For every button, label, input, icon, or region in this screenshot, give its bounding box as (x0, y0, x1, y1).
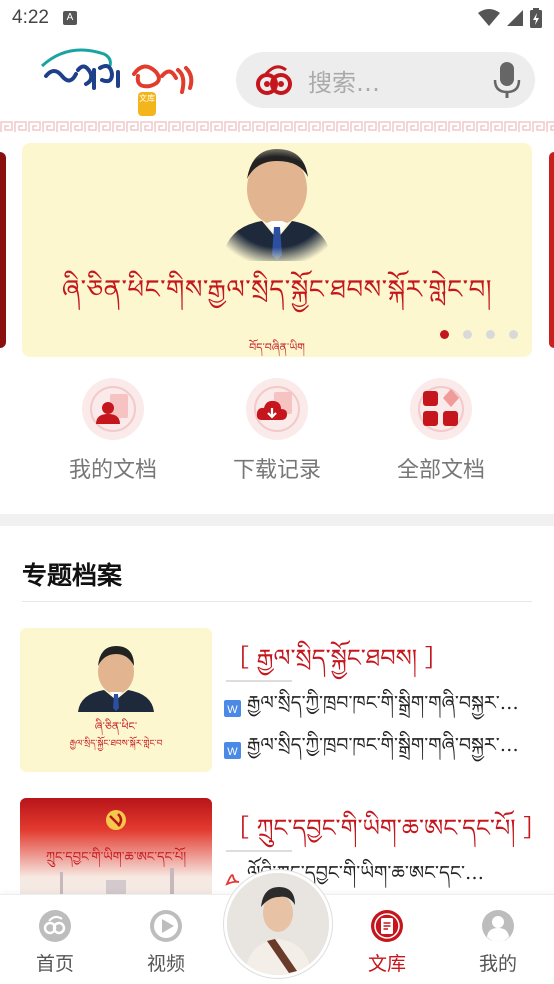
search-input[interactable]: 搜索… (308, 63, 493, 98)
screen: 4:22 A 文库 搜索… ཞི་ཅིན་ཕིང་གིས་རྒྱལ་སྲིད་ས… (0, 0, 554, 984)
status-bar: 4:22 A (0, 0, 554, 36)
quick-action-label: 下载记录 (232, 458, 321, 483)
user-icon (482, 910, 514, 942)
word-file-icon: W (224, 699, 241, 717)
banner-carousel[interactable]: ཞི་ཅིན་ཕིང་གིས་རྒྱལ་སྲིད་སྐྱོང་ཐབས་སྐོར་… (0, 140, 554, 358)
nav-label: 视频 (146, 953, 185, 975)
nav-label: 首页 (35, 953, 74, 975)
grid-icon (410, 378, 472, 440)
thumbnail-caption: ཀྲུང་དབྱང་གི་ཡིག་ཆ་ཨང་དང་པོ། (45, 850, 187, 865)
document-title: རྒྱལ་སྲིད་ཀྱི་ཁྲབ་ཁང་གི་སྒྲིག་གཞི་བསྐྱར་… (247, 734, 519, 756)
topic-card[interactable]: ཞི་ཅིན་ཕིང་ རྒྱལ་སྲིད་སྐྱོང་ཐབས་སྐོར་གླེ… (20, 628, 534, 774)
status-time: 4:22 (12, 7, 49, 28)
nav-profile[interactable]: 我的 (458, 909, 538, 976)
app-logo[interactable]: 文库 (38, 40, 198, 120)
decorative-pattern-strip (0, 120, 554, 134)
quick-actions: 我的文档 下载记录 全部文档 (0, 370, 554, 490)
app-logo-icon (40, 48, 194, 116)
signal-icon (507, 10, 523, 26)
microphone-icon[interactable] (493, 60, 521, 100)
banner-title: ཞི་ཅིན་ཕིང་གིས་རྒྱལ་སྲིད་སྐྱོང་ཐབས་སྐོར་… (61, 275, 493, 305)
quick-action-label: 全部文档 (396, 458, 485, 483)
avatar (227, 873, 329, 975)
center-avatar-button[interactable] (224, 870, 332, 978)
battery-icon (530, 8, 542, 28)
pagination-dot[interactable] (440, 330, 449, 339)
svg-text:W: W (227, 704, 238, 716)
nav-label: 我的 (478, 953, 517, 975)
word-file-icon: W (224, 741, 241, 759)
nav-label: 文库 (367, 953, 406, 975)
nav-video[interactable]: 视频 (126, 909, 206, 976)
pagination-dot[interactable] (486, 330, 495, 339)
portrait-image (212, 143, 342, 261)
status-icons (478, 8, 542, 28)
banner-next-peek[interactable] (549, 152, 554, 348)
wifi-icon (478, 9, 500, 26)
section-title: 专题档案 (22, 561, 123, 590)
banner-pagination (440, 330, 518, 339)
section-divider (0, 514, 554, 526)
document-item[interactable]: W རྒྱལ་སྲིད་ཀྱི་ཁྲབ་ཁང་གི་སྒྲིག་གཞི་བསྐྱ… (224, 734, 534, 764)
app-emblem-icon (256, 65, 292, 95)
pdf-file-icon (225, 873, 240, 886)
divider (22, 601, 532, 602)
app-header: 文库 搜索… (0, 36, 554, 120)
user-document-icon (82, 378, 144, 440)
nav-library[interactable]: 文库 (347, 909, 427, 976)
download-icon (246, 378, 308, 440)
document-item[interactable]: W རྒྱལ་སྲིད་ཀྱི་ཁྲབ་ཁང་གི་སྒྲིག་གཞི་བསྐྱ… (224, 692, 534, 722)
topic-thumbnail[interactable]: ཞི་ཅིན་ཕིང་ རྒྱལ་སྲིད་སྐྱོང་ཐབས་སྐོར་གླེ… (20, 628, 212, 772)
banner-slide[interactable]: ཞི་ཅིན་ཕིང་གིས་རྒྱལ་སྲིད་སྐྱོང་ཐབས་སྐོར་… (22, 143, 532, 357)
my-documents-button[interactable]: 我的文档 (38, 370, 188, 484)
all-documents-button[interactable]: 全部文档 (366, 370, 516, 484)
banner-prev-peek[interactable] (0, 152, 6, 348)
quick-action-label: 我的文档 (68, 458, 157, 483)
notification-icon: A (62, 11, 77, 25)
library-icon (371, 910, 403, 942)
download-history-button[interactable]: 下载记录 (202, 370, 352, 484)
home-logo-icon (39, 910, 71, 942)
search-bar[interactable]: 搜索… (236, 52, 535, 108)
play-icon (150, 910, 182, 942)
pagination-dot[interactable] (463, 330, 472, 339)
nav-home[interactable]: 首页 (15, 909, 95, 976)
pagination-dot[interactable] (509, 330, 518, 339)
svg-text:W: W (227, 746, 238, 758)
logo-badge: 文库 (139, 94, 155, 103)
thumbnail-caption: རྒྱལ་སྲིད་སྐྱོང་ཐབས་སྐོར་གླེང་བ (69, 739, 163, 749)
